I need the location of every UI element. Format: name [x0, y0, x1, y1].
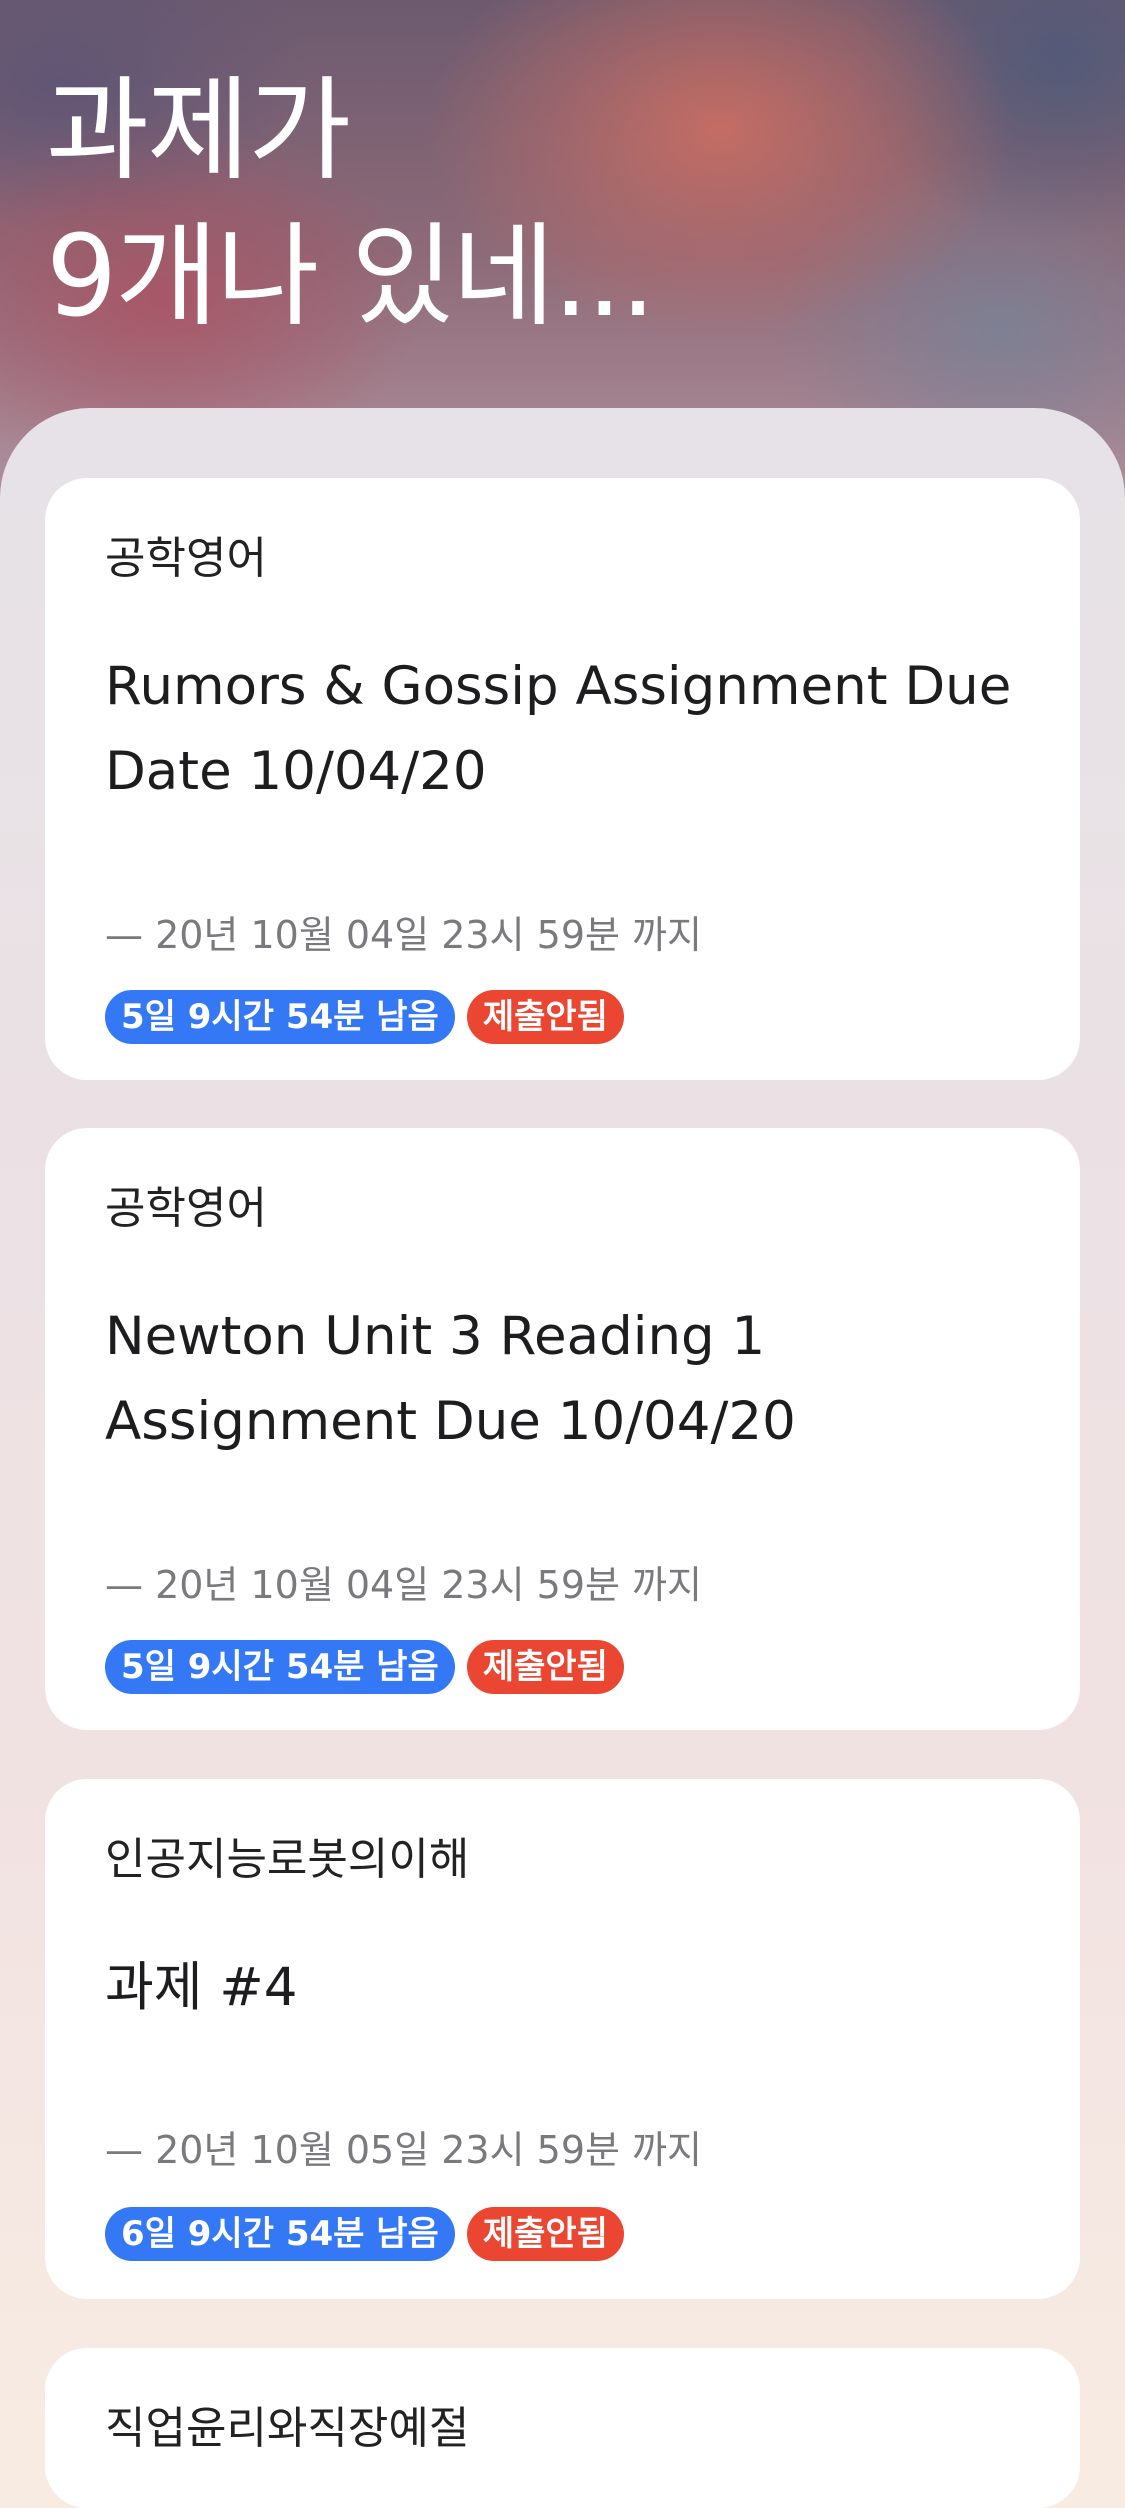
time-remaining-badge: 6일 9시간 54분 남음: [105, 2207, 455, 2261]
submission-status-badge: 제출안됨: [466, 1640, 624, 1694]
assignment-list-sheet: 공학영어 Rumors & Gossip Assignment Due Date…: [0, 408, 1125, 2508]
time-remaining-badge: 5일 9시간 54분 남음: [105, 1640, 455, 1694]
submission-status-badge: 제출안됨: [466, 990, 624, 1044]
course-name: 인공지능로봇의이해: [105, 1834, 470, 1885]
badge-row: 5일 9시간 54분 남음 제출안됨: [105, 1640, 624, 1694]
due-date: — 20년 10월 04일 23시 59분 까지: [105, 1563, 702, 1607]
course-name: 공학영어: [105, 533, 267, 584]
course-name: 직업윤리와직장예절: [105, 2403, 470, 2454]
due-date: — 20년 10월 05일 23시 59분 까지: [105, 2128, 702, 2172]
assignment-title: Rumors & Gossip Assignment Due Date 10/0…: [105, 656, 1012, 802]
assignment-title: 과제 #4: [105, 1957, 298, 2018]
time-remaining-badge: 5일 9시간 54분 남음: [105, 990, 455, 1044]
badge-row: 6일 9시간 54분 남음 제출안됨: [105, 2207, 624, 2261]
page-title: 과제가 9개나 있네...: [46, 58, 656, 350]
badge-row: 5일 9시간 54분 남음 제출안됨: [105, 990, 624, 1044]
page-title-line-2: 9개나 있네...: [46, 212, 656, 342]
assignment-title: Newton Unit 3 Reading 1 Assignment Due 1…: [105, 1306, 796, 1452]
course-name: 공학영어: [105, 1183, 267, 1234]
due-date: — 20년 10월 04일 23시 59분 까지: [105, 913, 702, 957]
submission-status-badge: 제출안됨: [466, 2207, 624, 2261]
assignment-card[interactable]: 인공지능로봇의이해 과제 #4 — 20년 10월 05일 23시 59분 까지…: [45, 1779, 1080, 2299]
assignment-card[interactable]: 공학영어 Rumors & Gossip Assignment Due Date…: [45, 478, 1080, 1080]
assignment-card[interactable]: 직업윤리와직장예절: [45, 2348, 1080, 2508]
page-title-line-1: 과제가: [46, 66, 351, 196]
assignment-card[interactable]: 공학영어 Newton Unit 3 Reading 1 Assignment …: [45, 1128, 1080, 1730]
